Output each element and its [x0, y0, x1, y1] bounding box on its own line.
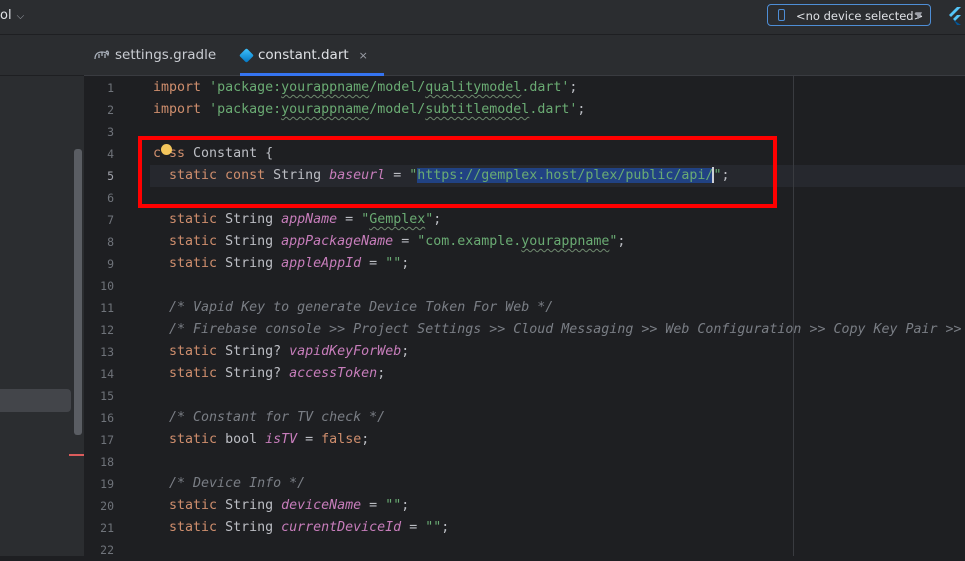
- code-line-11[interactable]: /* Vapid Key to generate Device Token Fo…: [153, 297, 553, 319]
- tab-constant-dart[interactable]: constant.dart ×: [239, 35, 384, 76]
- code-line-7[interactable]: static String appName = "Gemplex";: [153, 209, 441, 231]
- phone-icon: [778, 9, 785, 21]
- line-number: 15: [100, 389, 114, 403]
- line-number: 22: [100, 543, 114, 557]
- code-line-8[interactable]: static String appPackageName = "com.exam…: [153, 231, 625, 253]
- selected-tree-item[interactable]: [0, 389, 71, 412]
- gradle-icon: [94, 50, 110, 60]
- line-number: 21: [100, 521, 114, 535]
- device-selector[interactable]: <no device selected> ▼: [767, 4, 931, 26]
- line-number: 20: [100, 499, 114, 513]
- flutter-icon[interactable]: [946, 6, 965, 26]
- line-number: 19: [100, 477, 114, 491]
- line-number: 12: [100, 323, 114, 337]
- tab-label: constant.dart: [258, 47, 349, 63]
- line-number: 16: [100, 411, 114, 425]
- tab-settings-gradle[interactable]: settings.gradle: [94, 35, 216, 75]
- line-number: 2: [107, 103, 114, 117]
- line-number: 17: [100, 433, 114, 447]
- line-number: 13: [100, 345, 114, 359]
- error-marker: [69, 454, 84, 456]
- code-line-21[interactable]: static String currentDeviceId = "";: [153, 517, 449, 539]
- line-number: 5: [107, 169, 114, 183]
- code-line-14[interactable]: static String? accessToken;: [153, 363, 385, 385]
- project-name: ol: [0, 8, 12, 23]
- line-number: 10: [100, 279, 114, 293]
- line-number: 11: [100, 301, 114, 315]
- code-line-12[interactable]: /* Firebase console >> Project Settings …: [153, 319, 962, 341]
- editor-tabs: settings.gradle constant.dart ×: [84, 35, 965, 76]
- annotation-highlight-box: [138, 136, 777, 208]
- line-number: 8: [107, 235, 114, 249]
- line-number: 1: [107, 81, 114, 95]
- tab-label: settings.gradle: [115, 47, 217, 63]
- line-number: 9: [107, 257, 114, 271]
- line-number: 4: [107, 147, 114, 161]
- line-number: 18: [100, 455, 114, 469]
- code-line-16[interactable]: /* Constant for TV check */: [153, 407, 385, 429]
- dropdown-arrow-icon: ▼: [915, 11, 922, 21]
- main-toolbar: ol ⌵ <no device selected> ▼: [0, 0, 965, 35]
- line-number: 6: [107, 191, 114, 205]
- device-selector-label: <no device selected>: [796, 9, 924, 23]
- dart-icon: [239, 47, 254, 63]
- code-line-1[interactable]: import 'package:yourappname/model/qualit…: [153, 77, 577, 99]
- code-line-20[interactable]: static String deviceName = "";: [153, 495, 409, 517]
- code-line-13[interactable]: static String? vapidKeyForWeb;: [153, 341, 409, 363]
- project-panel: [0, 35, 84, 556]
- line-number: 7: [107, 213, 114, 227]
- project-panel-scrollbar[interactable]: [74, 149, 82, 435]
- close-icon[interactable]: ×: [359, 49, 368, 62]
- line-number: 3: [107, 125, 114, 139]
- code-line-2[interactable]: import 'package:yourappname/model/subtit…: [153, 99, 585, 121]
- project-panel-header: [0, 35, 84, 76]
- right-margin-guide: [793, 76, 794, 556]
- code-line-9[interactable]: static String appleAppId = "";: [153, 253, 409, 275]
- chevron-down-icon: ⌵: [16, 11, 25, 22]
- code-line-17[interactable]: static bool isTV = false;: [153, 429, 369, 451]
- code-line-19[interactable]: /* Device Info */: [153, 473, 305, 495]
- line-number: 14: [100, 367, 114, 381]
- project-selector[interactable]: ol ⌵: [0, 8, 24, 23]
